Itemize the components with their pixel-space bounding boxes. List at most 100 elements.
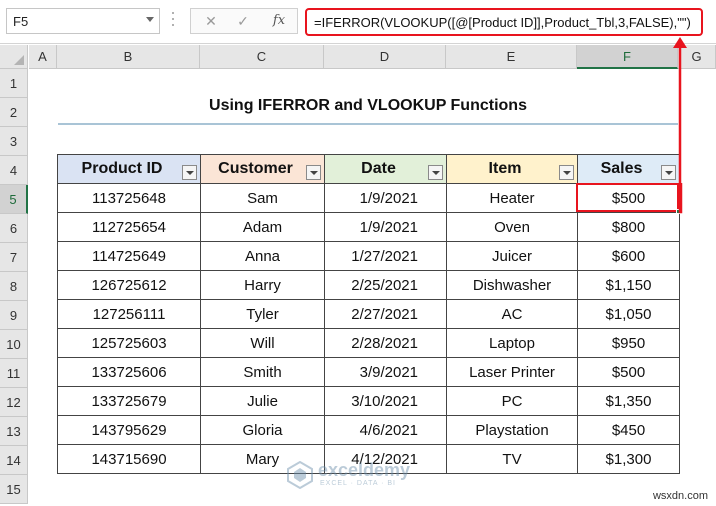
row-header-13[interactable]: 13 [0,417,28,446]
cancel-icon[interactable]: ✕ [199,11,223,31]
header-product-id: Product ID [57,154,201,184]
item-cell[interactable]: TV [446,444,578,474]
filter-dropdown-icon[interactable] [428,165,443,180]
sales-cell[interactable]: $500 [577,357,680,387]
sales-cell[interactable]: $500 [577,183,680,213]
table-row: 133725606 Smith 3/9/2021 Laser Printer $500 [57,357,680,387]
select-all-button[interactable] [0,45,28,69]
row-header-10[interactable]: 10 [0,330,28,359]
row-header-8[interactable]: 8 [0,272,28,301]
exceldemy-logo-icon [287,461,313,489]
row-header-7[interactable]: 7 [0,243,28,272]
product-id-cell[interactable]: 143795629 [57,415,201,445]
row-header-12[interactable]: 12 [0,388,28,417]
sales-cell[interactable]: $600 [577,241,680,271]
filter-dropdown-icon[interactable] [306,165,321,180]
column-header-c[interactable]: C [200,45,324,69]
date-cell[interactable]: 1/9/2021 [324,183,447,213]
customer-cell[interactable]: Gloria [200,415,325,445]
date-cell[interactable]: 4/6/2021 [324,415,447,445]
header-label: Item [488,160,522,177]
date-cell[interactable]: 2/28/2021 [324,328,447,358]
watermark-brand: exceldemy [318,460,411,480]
row-header-4[interactable]: 4 [0,156,28,185]
column-header-d[interactable]: D [324,45,446,69]
row-header-14[interactable]: 14 [0,446,28,475]
header-sales: Sales [577,154,680,184]
row-header-6[interactable]: 6 [0,214,28,243]
column-header-f[interactable]: F [577,45,678,69]
insert-function-icon[interactable]: fx [267,11,291,31]
product-id-cell[interactable]: 113725648 [57,183,201,213]
header-label: Sales [600,160,643,177]
row-header-9[interactable]: 9 [0,301,28,330]
table-row: 113725648 Sam 1/9/2021 Heater $500 [57,183,680,213]
formula-input[interactable]: =IFERROR(VLOOKUP([@[Product ID]],Product… [305,8,703,36]
header-label: Customer [218,160,293,177]
column-header-g[interactable]: G [678,45,716,69]
row-header-15[interactable]: 15 [0,475,28,504]
customer-cell[interactable]: Adam [200,212,325,242]
customer-cell[interactable]: Tyler [200,299,325,329]
item-cell[interactable]: Laser Printer [446,357,578,387]
row-header-2[interactable]: 2 [0,98,28,127]
formula-buttons: ✕ ✓ fx [190,8,298,34]
customer-cell[interactable]: Sam [200,183,325,213]
watermark: exceldemy EXCEL · DATA · BI [286,460,436,490]
item-cell[interactable]: AC [446,299,578,329]
product-id-cell[interactable]: 133725606 [57,357,201,387]
sales-cell[interactable]: $1,300 [577,444,680,474]
sales-cell[interactable]: $800 [577,212,680,242]
row-header-5[interactable]: 5 [0,185,28,214]
header-label: Date [361,160,396,177]
date-cell[interactable]: 3/10/2021 [324,386,447,416]
name-box-dropdown-icon[interactable] [146,17,154,22]
item-cell[interactable]: Heater [446,183,578,213]
filter-dropdown-icon[interactable] [182,165,197,180]
filter-dropdown-icon[interactable] [661,165,676,180]
fill-handle[interactable] [676,209,681,214]
customer-cell[interactable]: Julie [200,386,325,416]
product-id-cell[interactable]: 125725603 [57,328,201,358]
customer-cell[interactable]: Smith [200,357,325,387]
product-id-cell[interactable]: 133725679 [57,386,201,416]
row-header-3[interactable]: 3 [0,127,28,156]
header-customer: Customer [200,154,325,184]
date-cell[interactable]: 1/27/2021 [324,241,447,271]
product-id-cell[interactable]: 112725654 [57,212,201,242]
date-cell[interactable]: 2/27/2021 [324,299,447,329]
filter-dropdown-icon[interactable] [559,165,574,180]
table-row: 143795629 Gloria 4/6/2021 Playstation $450 [57,415,680,445]
product-id-cell[interactable]: 143715690 [57,444,201,474]
sales-cell[interactable]: $950 [577,328,680,358]
column-header-b[interactable]: B [57,45,200,69]
customer-cell[interactable]: Will [200,328,325,358]
enter-icon[interactable]: ✓ [231,11,255,31]
row-header-1[interactable]: 1 [0,69,28,98]
sales-cell[interactable]: $1,350 [577,386,680,416]
table-row: 126725612 Harry 2/25/2021 Dishwasher $1,150 [57,270,680,300]
customer-cell[interactable]: Anna [200,241,325,271]
item-cell[interactable]: Juicer [446,241,578,271]
name-box[interactable]: F5 [6,8,160,34]
sales-cell[interactable]: $450 [577,415,680,445]
sales-cell[interactable]: $1,150 [577,270,680,300]
date-cell[interactable]: 1/9/2021 [324,212,447,242]
customer-cell[interactable]: Harry [200,270,325,300]
item-cell[interactable]: Laptop [446,328,578,358]
product-id-cell[interactable]: 127256111 [57,299,201,329]
product-id-cell[interactable]: 126725612 [57,270,201,300]
header-date: Date [324,154,447,184]
column-header-e[interactable]: E [446,45,577,69]
item-cell[interactable]: Dishwasher [446,270,578,300]
item-cell[interactable]: Playstation [446,415,578,445]
product-id-cell[interactable]: 114725649 [57,241,201,271]
date-cell[interactable]: 2/25/2021 [324,270,447,300]
item-cell[interactable]: PC [446,386,578,416]
watermark-tagline: EXCEL · DATA · BI [320,480,396,487]
row-header-11[interactable]: 11 [0,359,28,388]
column-header-a[interactable]: A [29,45,57,69]
item-cell[interactable]: Oven [446,212,578,242]
date-cell[interactable]: 3/9/2021 [324,357,447,387]
sales-cell[interactable]: $1,050 [577,299,680,329]
